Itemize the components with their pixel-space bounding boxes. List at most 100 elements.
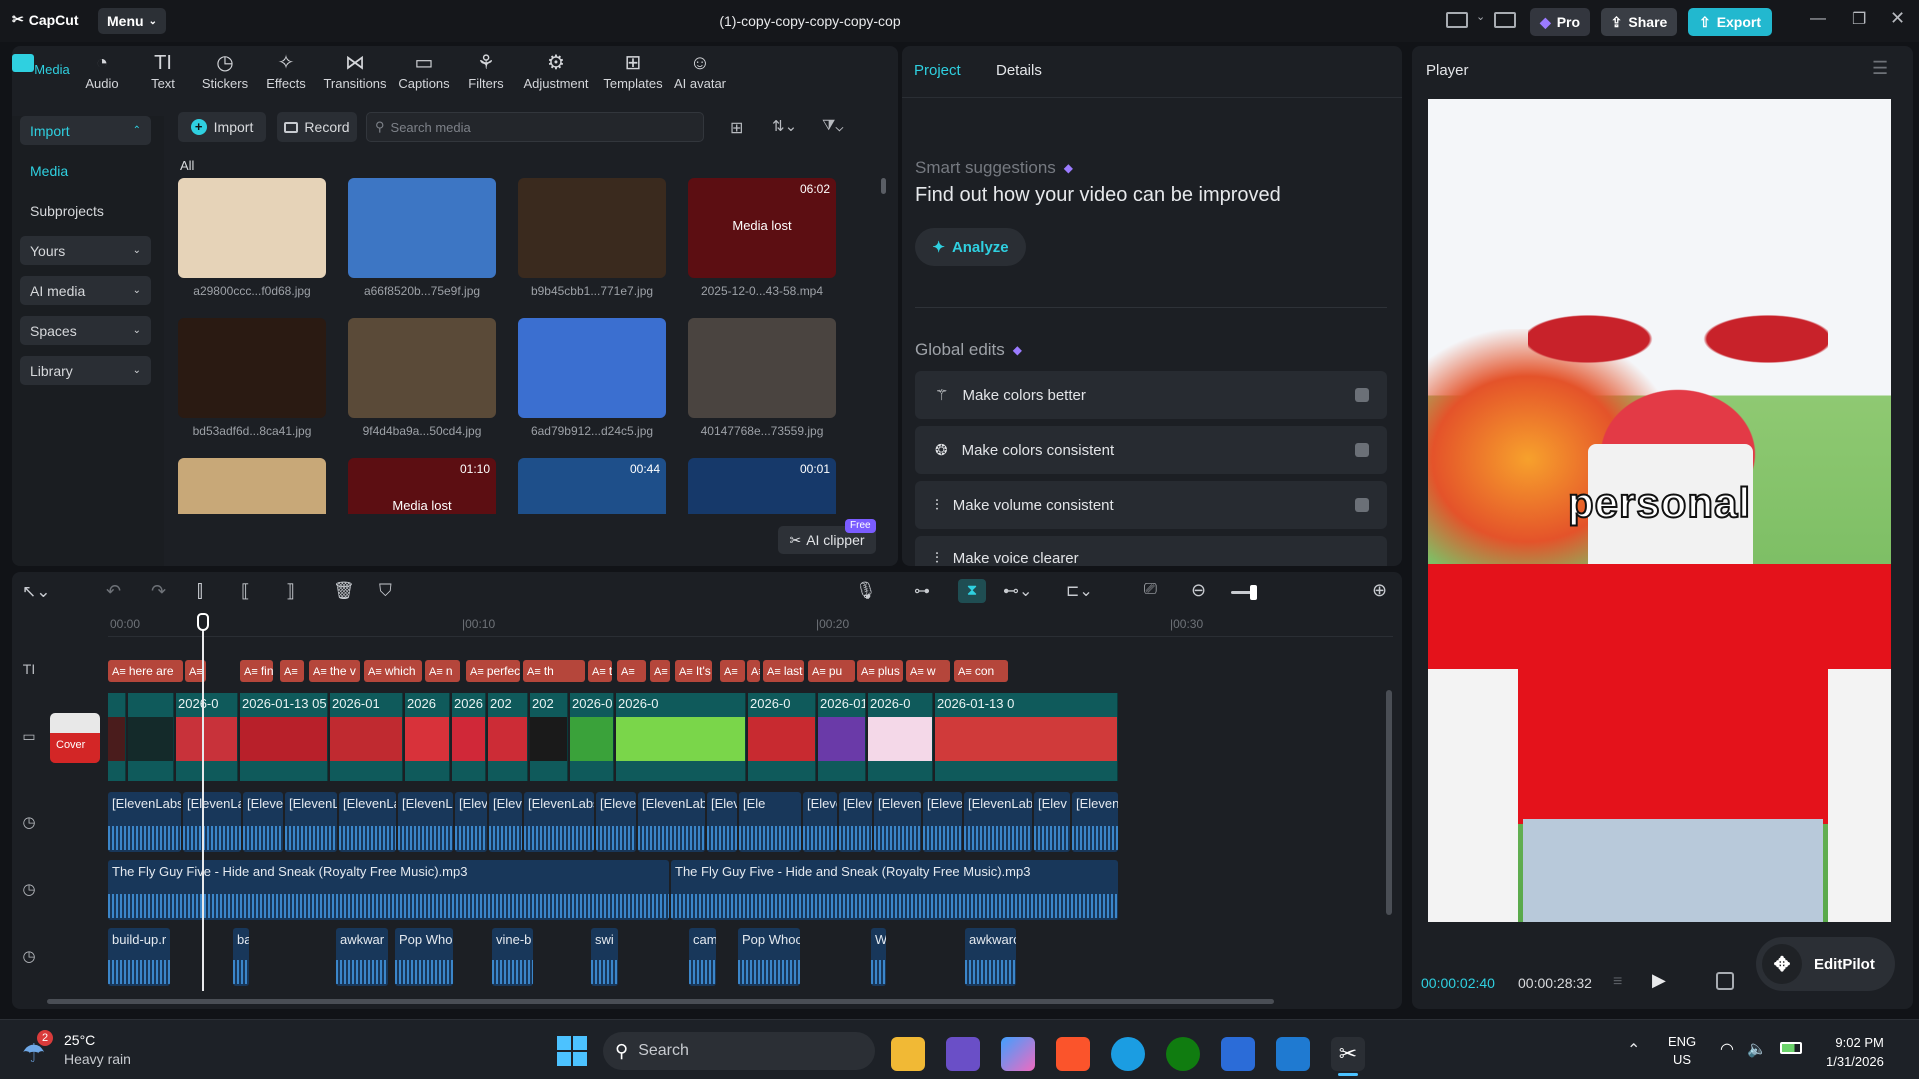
tab-ai-avatar[interactable]: ☺ AI avatar <box>668 52 732 91</box>
voice-clip[interactable]: [ElevenL <box>285 792 337 852</box>
video-clip[interactable]: 2026-0 <box>176 693 238 781</box>
zoom-slider-handle[interactable] <box>1250 585 1257 600</box>
text-clip[interactable]: A≡ <box>720 660 745 682</box>
voice-clip[interactable]: [Eleve <box>596 792 636 852</box>
video-clip[interactable]: 202 <box>530 693 568 781</box>
media-thumbnail[interactable] <box>178 178 326 278</box>
toggle[interactable] <box>1355 388 1369 402</box>
split-icon[interactable]: ⫿ <box>197 581 203 602</box>
voice-clip[interactable]: [Elev <box>489 792 522 852</box>
screen-icon[interactable]: ⎚ <box>1144 581 1157 599</box>
text-clip[interactable]: A≡ fin <box>240 660 273 682</box>
microphone-icon[interactable]: 🎙 <box>855 581 877 601</box>
toggle[interactable] <box>1355 443 1369 457</box>
windows-start-icon[interactable] <box>557 1036 587 1066</box>
media-thumbnail[interactable]: 06:02 Media lost <box>688 178 836 278</box>
video-clip[interactable]: 202 <box>488 693 528 781</box>
shield-icon[interactable]: ⛉ <box>379 581 392 601</box>
clock[interactable]: 9:02 PM 1/31/2026 <box>1826 1033 1884 1071</box>
chevron-up-icon[interactable]: ⌃ <box>1627 1040 1640 1060</box>
tab-adjustment[interactable]: ⚙ Adjustment <box>520 52 592 91</box>
layout-icon[interactable] <box>1446 12 1468 28</box>
media-thumbnail[interactable]: 00:44 <box>518 458 666 514</box>
text-clip[interactable]: A≡ the glo <box>588 660 612 682</box>
media-thumbnail[interactable] <box>178 458 326 514</box>
playhead[interactable] <box>202 621 204 991</box>
media-thumbnail[interactable] <box>518 318 666 418</box>
video-clip[interactable] <box>108 693 126 781</box>
tab-effects[interactable]: ✧ Effects <box>254 52 318 91</box>
global-edit-colors-consistent[interactable]: ❂ Make colors consistent <box>915 426 1387 474</box>
copilot-icon[interactable] <box>1001 1037 1035 1071</box>
video-clip[interactable]: 2026-0 <box>616 693 746 781</box>
magnet-icon[interactable]: ⧗ <box>958 579 986 603</box>
video-clip[interactable]: 2026-01-13 05 <box>240 693 328 781</box>
video-preview[interactable]: personal <box>1428 99 1891 922</box>
split-right-icon[interactable]: ⟧ <box>286 581 295 602</box>
voice-clip[interactable]: [Elev <box>707 792 737 852</box>
voice-clip[interactable]: [ElevenLabs <box>964 792 1032 852</box>
tab-captions[interactable]: ▭ Captions <box>392 52 456 91</box>
volume-icon[interactable]: 🔈 <box>1747 1039 1767 1059</box>
voice-clip[interactable]: [Ele <box>739 792 801 852</box>
text-clip[interactable]: A≡ the v <box>309 660 360 682</box>
sfx-clip[interactable]: W <box>871 928 886 986</box>
sfx-clip[interactable]: Pop Who <box>395 928 453 986</box>
voice-clip[interactable]: [ElevenLabs <box>524 792 594 852</box>
text-clip[interactable]: A≡ here are <box>108 660 183 682</box>
voice-clip[interactable]: [Elev <box>1034 792 1070 852</box>
tab-stickers[interactable]: ◷ Stickers <box>193 52 257 91</box>
zoom-in-icon[interactable]: ⊕ <box>1372 580 1387 601</box>
voice-clip[interactable]: [ElevenL <box>839 792 872 852</box>
taskbar-search[interactable]: ⚲ Search <box>603 1032 875 1070</box>
video-clip[interactable]: 2026-01-13 05: <box>570 693 614 781</box>
minimize-icon[interactable]: — <box>1810 10 1826 28</box>
store-icon[interactable] <box>1221 1037 1255 1071</box>
sidebar-subprojects[interactable]: Subprojects <box>20 196 151 225</box>
video-clip[interactable]: 2026-01 <box>330 693 403 781</box>
sfx-clip[interactable]: swi <box>591 928 618 986</box>
filter-icon[interactable]: ⧩⌄ <box>822 117 843 134</box>
search-media-input[interactable]: ⚲ Search media <box>366 112 704 142</box>
playhead-handle[interactable] <box>197 613 209 631</box>
voice-clip[interactable]: [Eleven <box>874 792 921 852</box>
project-title[interactable]: (1)-copy-copy-copy-copy-cop <box>660 13 960 29</box>
text-clip[interactable]: A≡ It's <box>675 660 712 682</box>
sidebar-import[interactable]: Import ⌃ <box>20 116 151 145</box>
video-clip[interactable]: 2026-0 <box>748 693 816 781</box>
tab-filters[interactable]: ⚘ Filters <box>454 52 518 91</box>
music-clip[interactable]: The Fly Guy Five - Hide and Sneak (Royal… <box>671 860 1118 920</box>
voice-clip[interactable]: [Eleve <box>923 792 962 852</box>
text-clip[interactable]: A≡ pu <box>808 660 855 682</box>
tab-templates[interactable]: ⊞ Templates <box>600 52 666 91</box>
global-edit-volume-consistent[interactable]: ⫶ Make volume consistent <box>915 481 1387 529</box>
text-clip[interactable]: A≡ <box>617 660 646 682</box>
cover-thumbnail[interactable]: Cover <box>50 713 100 763</box>
media-thumbnail[interactable] <box>178 318 326 418</box>
video-clip[interactable]: 2026 <box>405 693 450 781</box>
import-button[interactable]: + Import <box>178 112 266 142</box>
grid-view-icon[interactable]: ⊞ <box>730 118 743 138</box>
music-clip[interactable]: The Fly Guy Five - Hide and Sneak (Royal… <box>108 860 669 920</box>
voice-clip[interactable]: [Eleven <box>1072 792 1118 852</box>
player-menu-icon[interactable]: ☰ <box>1872 58 1888 79</box>
filter-all-label[interactable]: All <box>180 158 194 173</box>
tab-media[interactable]: Media <box>9 52 73 77</box>
tiktok-icon[interactable] <box>1716 972 1734 990</box>
sidebar-spaces[interactable]: Spaces ⌄ <box>20 316 151 345</box>
redo-icon[interactable]: ↷ <box>151 581 166 602</box>
editpilot-button[interactable]: ✥ EditPilot <box>1756 937 1895 991</box>
tab-project[interactable]: Project <box>914 62 961 79</box>
sfx-clip[interactable]: awkwar <box>336 928 388 986</box>
sfx-clip[interactable]: build-up.r <box>108 928 170 986</box>
file-explorer-icon[interactable] <box>891 1037 925 1071</box>
language-indicator[interactable]: ENG US <box>1668 1033 1696 1069</box>
media-scrollbar[interactable] <box>881 178 886 194</box>
wifi-icon[interactable]: ◠ <box>1720 1039 1734 1059</box>
pro-button[interactable]: ◆ Pro <box>1530 8 1590 36</box>
text-clip[interactable]: A≡ last <box>763 660 804 682</box>
text-clip[interactable]: A≡ th <box>523 660 585 682</box>
tab-transitions[interactable]: ⋈ Transitions <box>322 52 388 91</box>
text-clip[interactable]: A≡ which <box>364 660 422 682</box>
media-thumbnail[interactable] <box>348 178 496 278</box>
